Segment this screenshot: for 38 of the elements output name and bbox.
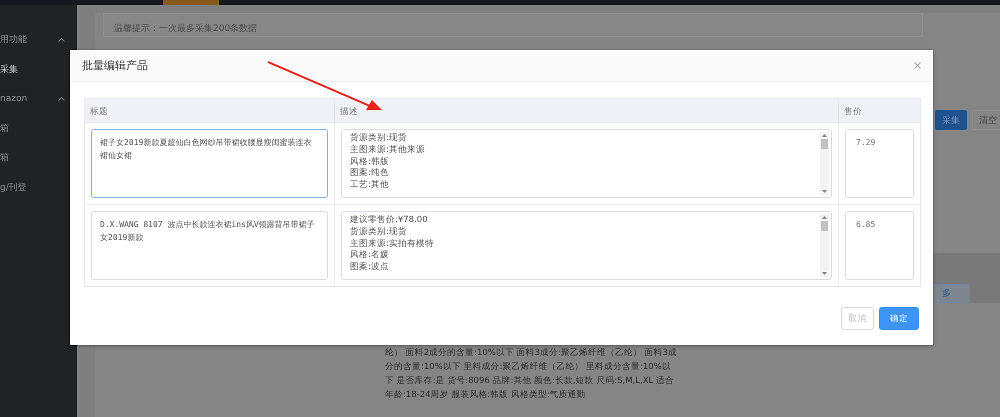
collect-button[interactable]: 采集 (935, 110, 967, 130)
active-tab-indicator (163, 0, 219, 5)
scrollbar[interactable] (820, 214, 829, 277)
description-line: 图案:波点 (350, 262, 390, 274)
description-line: 图案:纯色 (350, 168, 390, 180)
description-line: 建议零售价:¥78.00 (350, 215, 429, 227)
description-line: 风格:名媛 (350, 250, 390, 262)
scroll-thumb[interactable] (821, 139, 828, 149)
column-header: 标题 (85, 99, 335, 122)
column-header: 售价 (843, 106, 863, 119)
sidebar-item[interactable]: nazon (0, 84, 77, 114)
scroll-down-icon[interactable] (822, 190, 827, 193)
description-input[interactable]: 建议零售价:¥78.00 货源类别:现货 主图来源:实拍有模特 风格:名媛 图案:波点 (341, 211, 832, 280)
price-input[interactable]: 6.85 (845, 211, 914, 280)
description-input[interactable]: 货源类别:现货 主图来源:其他来源 风格:韩版 图案:纯色 工艺:其他 (341, 129, 832, 198)
dialog-title: 批量编辑产品 (82, 58, 148, 73)
description-line: 工艺:其他 (350, 180, 390, 192)
description-line: 风格:韩版 (350, 156, 390, 168)
title-input[interactable]: D.X.WANG 8107 波点中长款连衣裙ins风V领露背吊带裙子女2019新款 (91, 211, 328, 280)
description-text: 纶） 面料2成分的含量:10%以下 面料3成分:聚乙烯纤维（乙纶） 面料3成 (385, 347, 677, 360)
clear-button[interactable]: 清空 (972, 110, 1000, 130)
price-input[interactable]: 7.29 (845, 129, 914, 198)
close-icon[interactable] (914, 62, 921, 69)
description-line: 主图来源:实拍有模特 (350, 238, 434, 250)
scroll-down-icon[interactable] (822, 272, 827, 275)
description-text: 分的含量:10%以下 里料成分:聚乙烯纤维（乙纶） 里料成分含量:10%以 (385, 361, 672, 374)
scroll-thumb[interactable] (821, 221, 828, 231)
description-line: 货源类别:现货 (350, 226, 408, 238)
description-text: 下 是否库存:是 货号:8096 品牌:其他 颜色:长款,短款 尺码:S,M,L,XL 适合 (385, 374, 675, 388)
title-input[interactable]: 裙子女2019新款夏超仙白色网纱吊带裙收腰显瘦闺蜜装连衣裙仙女裙 (91, 129, 328, 198)
scroll-up-icon[interactable] (822, 216, 827, 219)
confirm-button[interactable]: 确定 (879, 307, 919, 330)
sidebar-item[interactable]: 用功能 (0, 25, 77, 54)
description-text: 年龄:18-24周岁 服装风格:韩版 风格类型:气质通勤 (385, 389, 587, 402)
scrollbar[interactable] (820, 132, 829, 195)
description-line: 主图来源:其他来源 (350, 144, 425, 157)
description-line: 货源类别:现货 (350, 133, 408, 144)
scroll-up-icon[interactable] (822, 134, 827, 137)
